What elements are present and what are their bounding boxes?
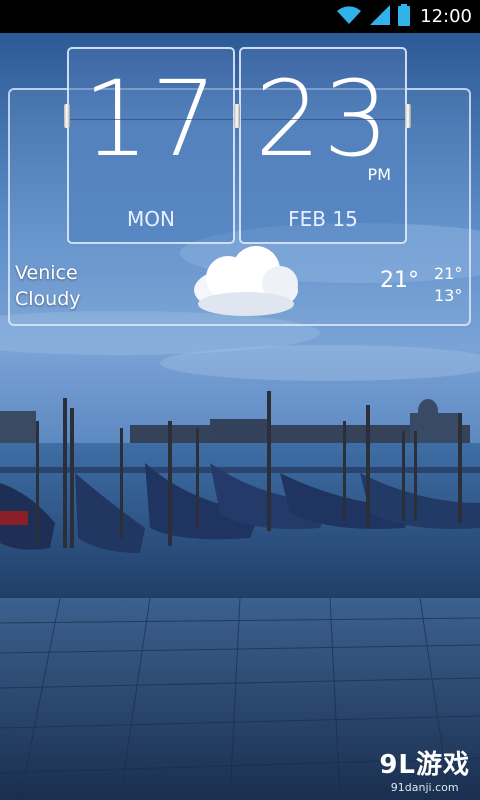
weather-location: Venice Cloudy <box>15 260 81 312</box>
watermark-url: 91danji.com <box>390 781 459 794</box>
weather-condition: Cloudy <box>15 288 81 310</box>
status-bar: 12:00 <box>0 0 480 33</box>
high-temp: 21° <box>434 264 463 283</box>
minute-panel[interactable]: 23 PM FEB 15 <box>239 47 407 244</box>
clock-ampm: PM <box>367 165 391 184</box>
hinge-clip-right <box>405 104 411 128</box>
hinge-clip-center <box>234 104 240 128</box>
city-name: Venice <box>15 262 78 284</box>
flip-hinge <box>69 119 233 120</box>
hour-panel[interactable]: 17 MON <box>67 47 235 244</box>
clock-day: MON <box>127 207 175 231</box>
battery-icon <box>398 3 411 30</box>
cloud-icon <box>188 242 304 326</box>
hinge-clip-left <box>64 104 70 128</box>
watermark-logo: 9L游戏 <box>379 750 470 780</box>
status-time: 12:00 <box>420 6 472 27</box>
clock-date: FEB 15 <box>288 207 358 231</box>
current-temp: 21° <box>380 268 419 293</box>
status-icons: 12:00 <box>336 0 472 33</box>
watermark: 9L游戏 91danji.com <box>379 744 470 794</box>
signal-icon <box>368 4 392 30</box>
wifi-icon <box>336 5 362 29</box>
flip-hinge <box>241 119 405 120</box>
low-temp: 13° <box>434 286 463 305</box>
